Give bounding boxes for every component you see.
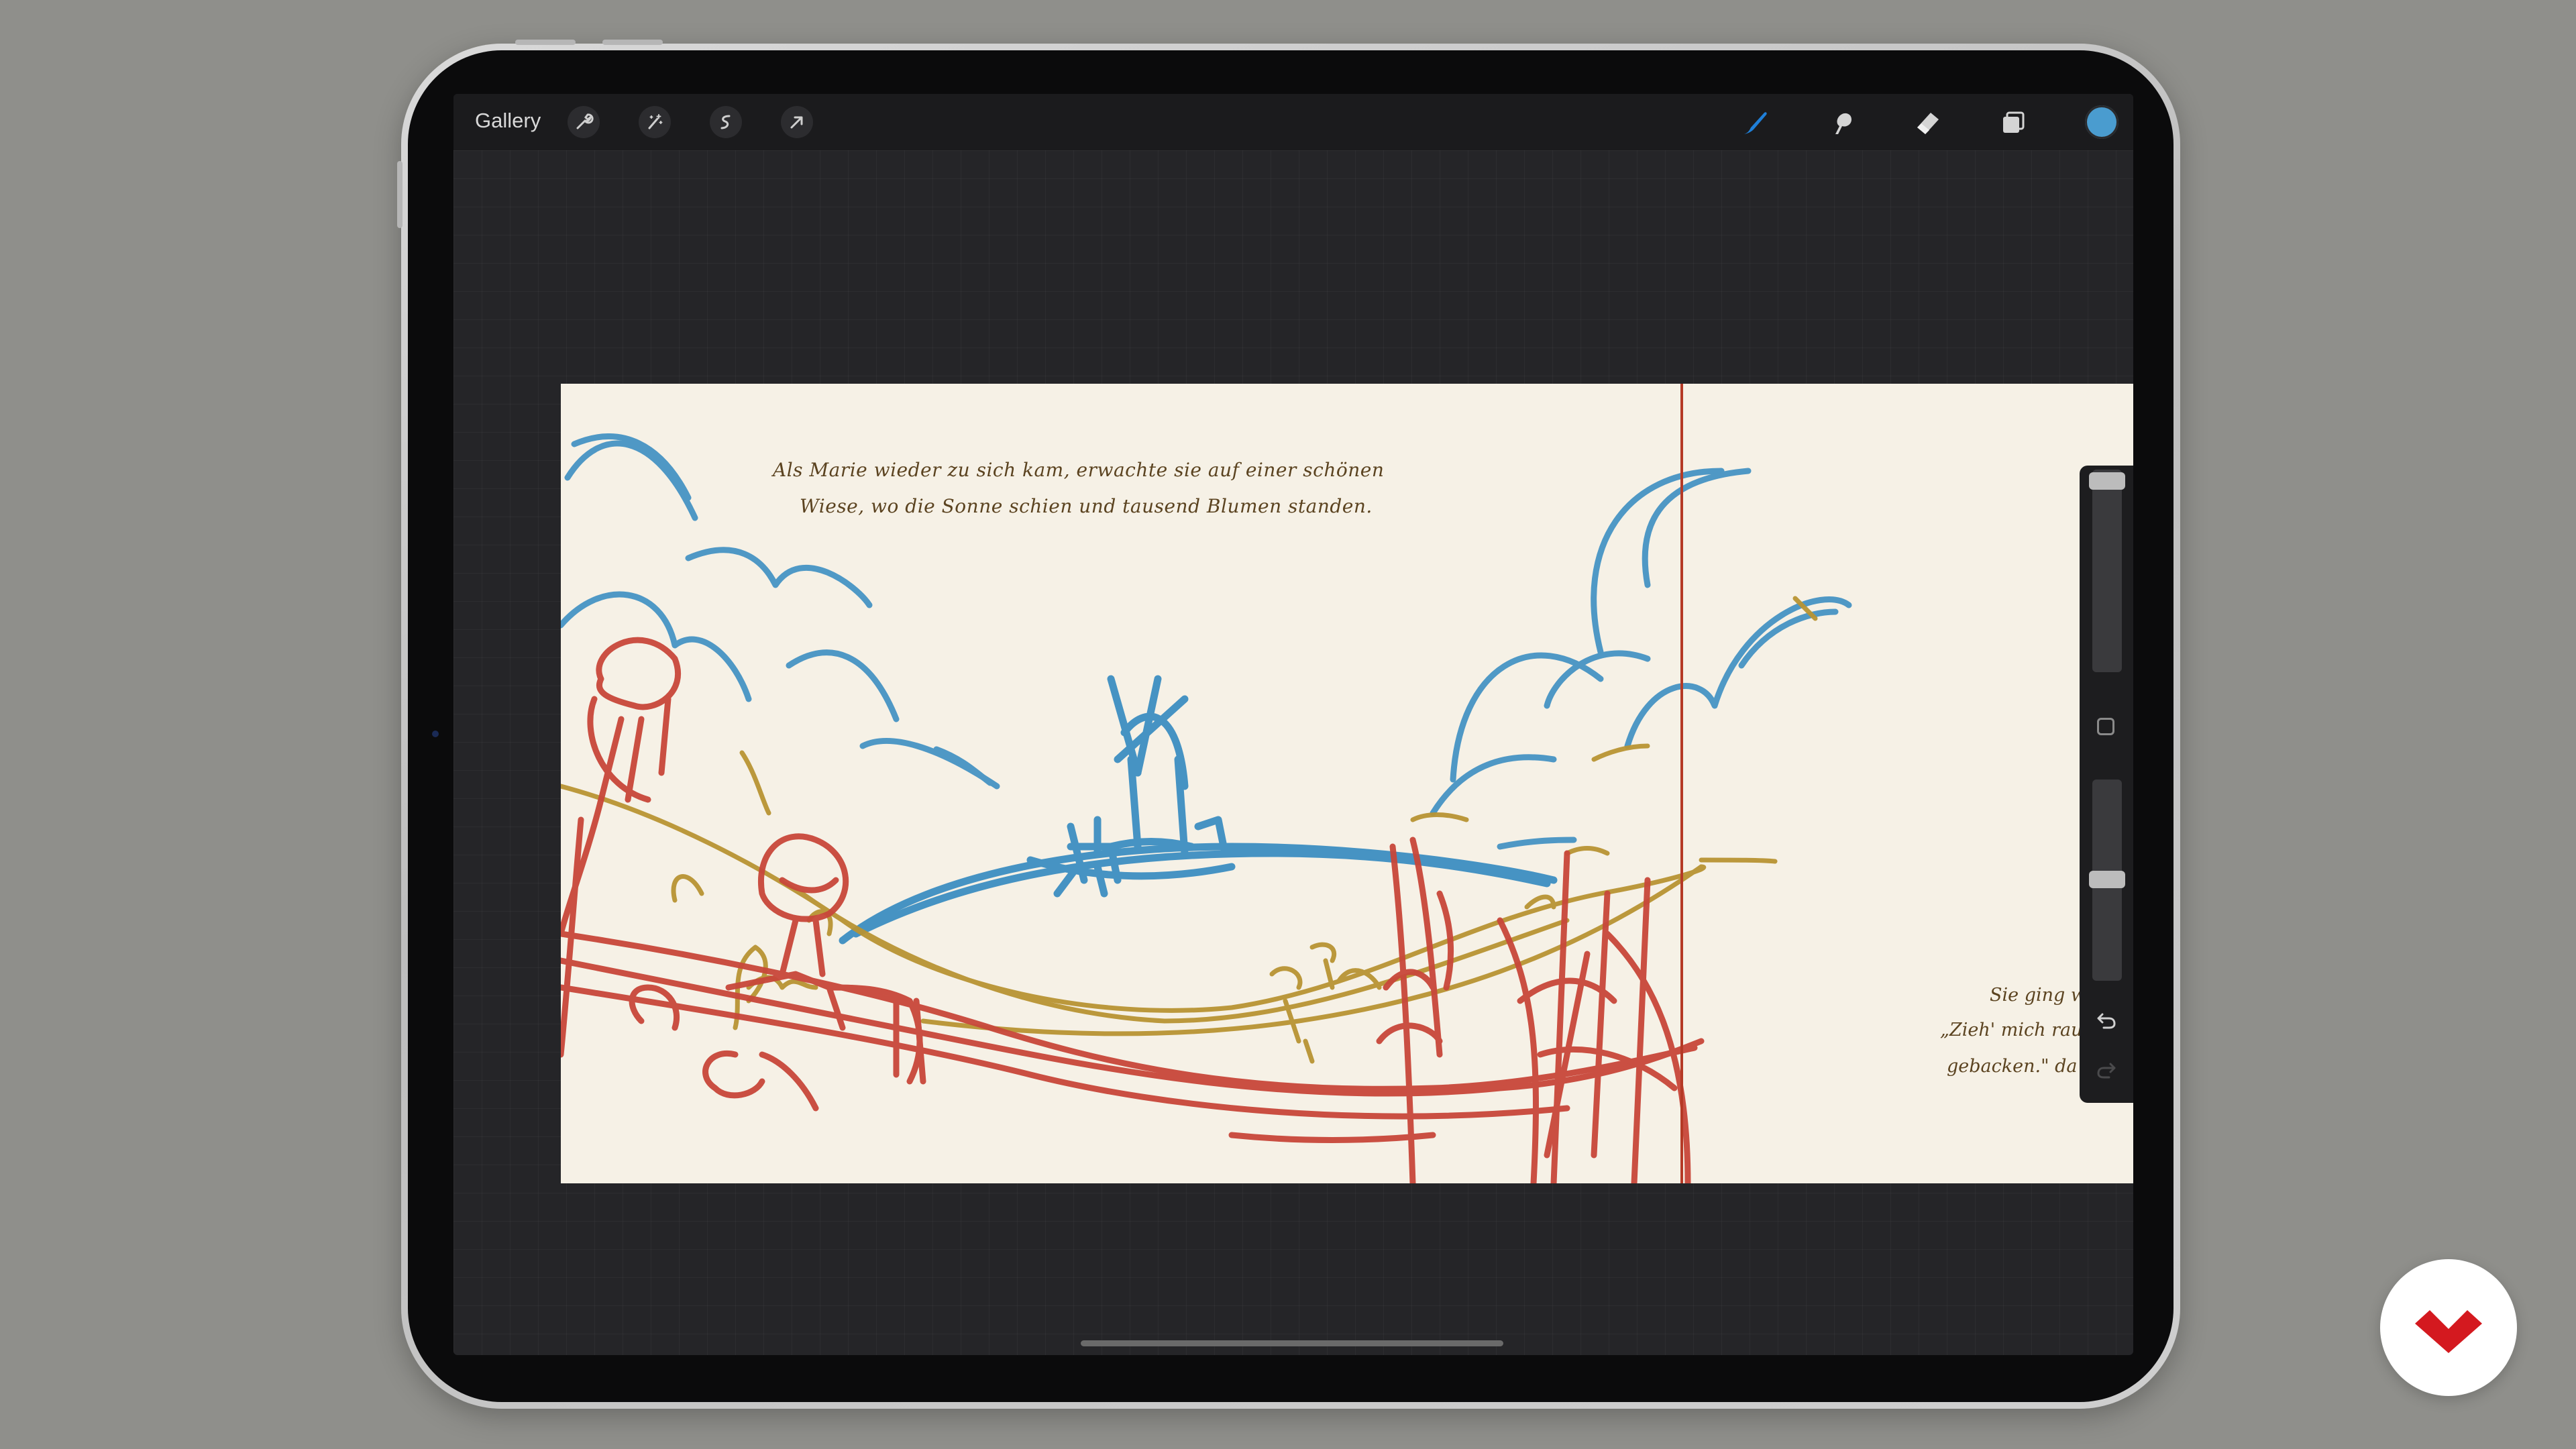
modifier-button[interactable]	[2097, 718, 2114, 735]
power-button	[602, 40, 663, 45]
story-text-line1: Als Marie wieder zu sich kam, erwachte s…	[773, 459, 1385, 481]
brush-size-thumb[interactable]	[2089, 472, 2125, 490]
page-gutter-line	[1680, 384, 1683, 1183]
camera-icon	[432, 731, 439, 737]
brush-icon[interactable]	[1740, 107, 1771, 138]
smudge-icon[interactable]	[1826, 107, 1857, 138]
layers-icon[interactable]	[1998, 107, 2029, 138]
eraser-icon[interactable]	[1912, 107, 1943, 138]
magic-wand-icon[interactable]	[639, 106, 671, 138]
transform-arrow-icon[interactable]	[781, 106, 813, 138]
next-page-text-line3: gebacken." da	[1947, 1056, 2078, 1077]
side-button	[397, 161, 402, 228]
color-swatch[interactable]	[2085, 105, 2118, 139]
next-page-text-line2: „Zieh' mich rau	[1940, 1020, 2083, 1040]
drawing-canvas[interactable]: Als Marie wieder zu sich kam, erwachte s…	[561, 384, 2133, 1183]
logo-icon	[2415, 1310, 2482, 1353]
home-indicator[interactable]	[1081, 1340, 1503, 1346]
undo-icon[interactable]	[2094, 1009, 2118, 1033]
gallery-button[interactable]: Gallery	[475, 109, 541, 133]
brush-size-slider[interactable]	[2092, 470, 2122, 672]
wrench-icon[interactable]	[568, 106, 600, 138]
redo-icon[interactable]	[2094, 1059, 2118, 1083]
next-page-text-line1: Sie ging w	[1990, 985, 2086, 1006]
story-text-line2: Wiese, wo die Sonne schien und tausend B…	[800, 495, 1373, 517]
procreate-screen: Gallery Als Marie wieder zu sich kam, er…	[453, 94, 2133, 1355]
ochre-ground-strokes	[561, 596, 1818, 1064]
opacity-thumb[interactable]	[2089, 871, 2125, 888]
volume-button	[515, 40, 576, 45]
top-toolbar: Gallery	[453, 94, 2133, 150]
blue-hill-windmill	[839, 675, 1558, 945]
channel-logo	[2380, 1259, 2517, 1396]
selection-icon[interactable]	[710, 106, 742, 138]
side-panel	[2080, 466, 2133, 1103]
